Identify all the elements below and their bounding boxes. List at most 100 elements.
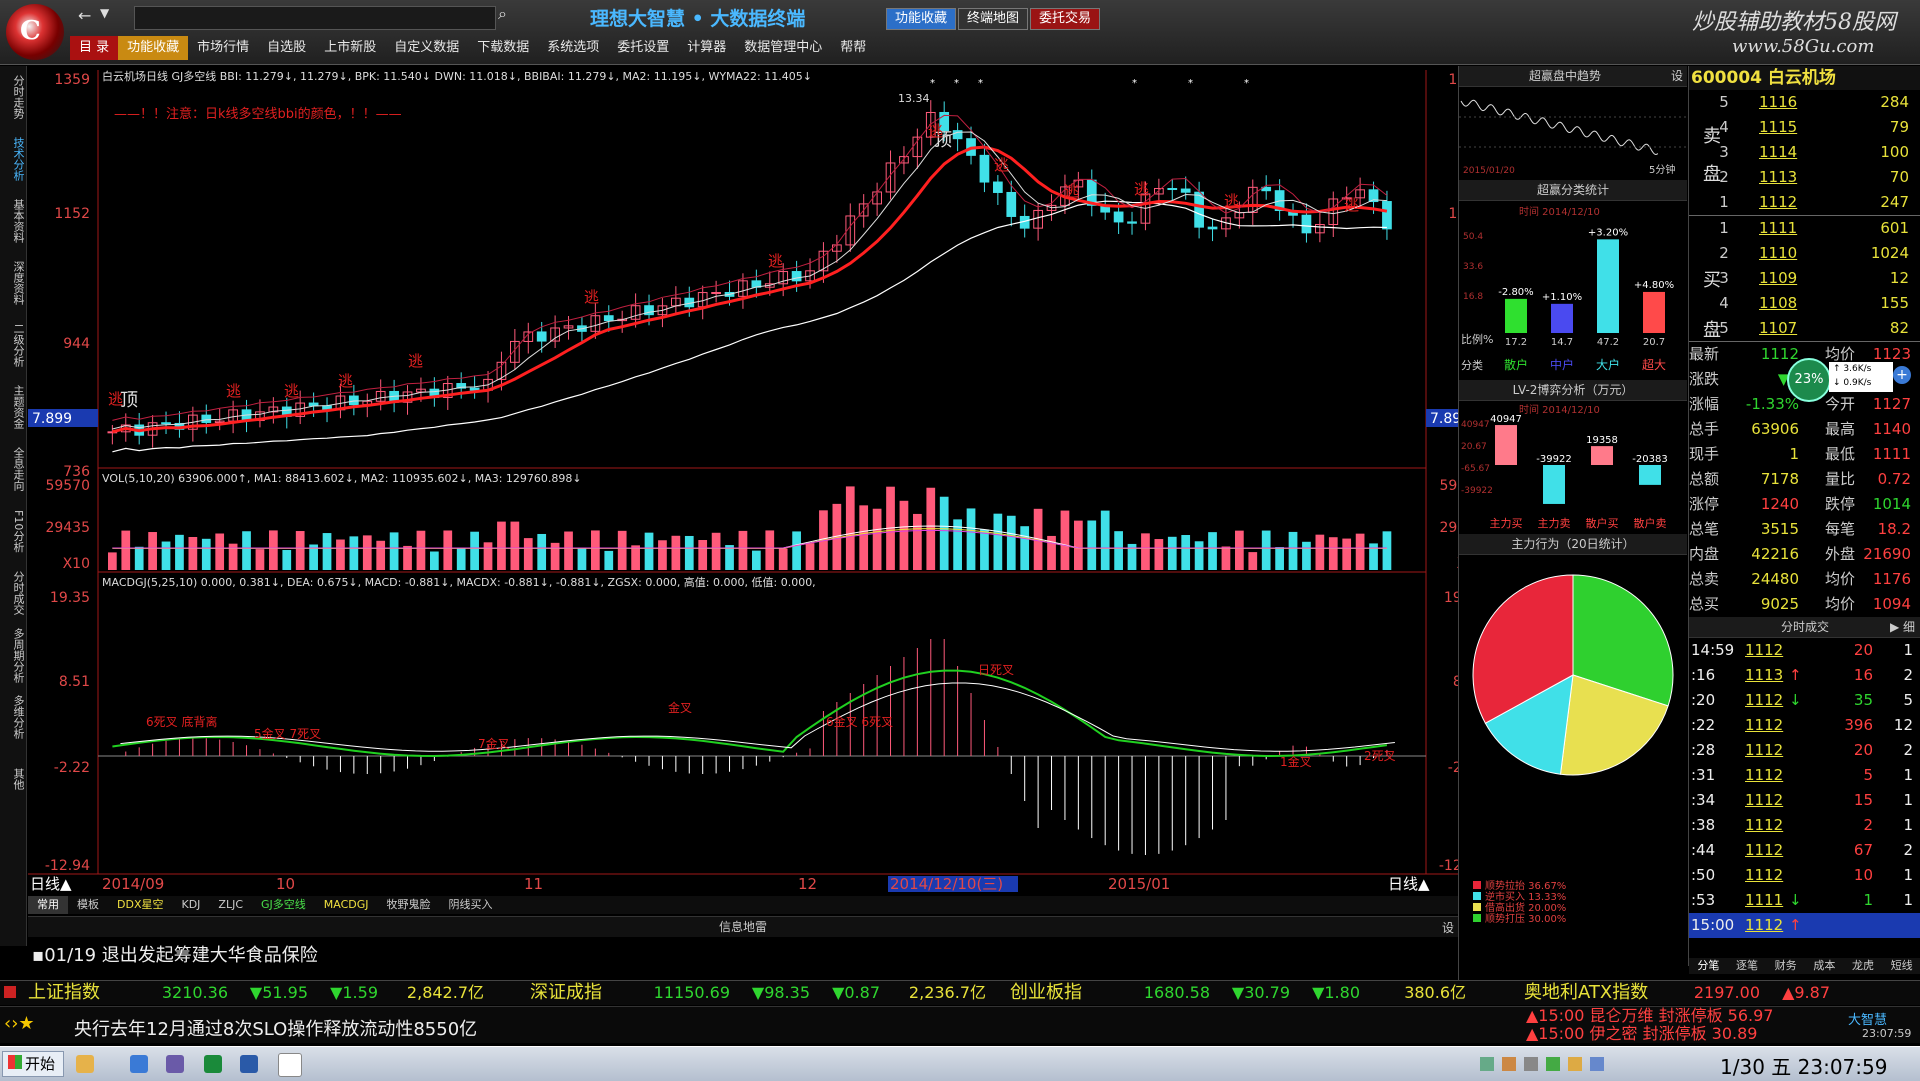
menu-custom-data[interactable]: 自定义数据 <box>385 36 468 60</box>
app-logo[interactable]: C <box>6 4 64 60</box>
left-tab[interactable]: 全息走向 <box>0 438 26 500</box>
menu-help[interactable]: 帮帮 <box>831 36 875 60</box>
menu-watchlist[interactable]: 自选股 <box>258 36 315 60</box>
taskbar-icon-4[interactable] <box>204 1055 222 1073</box>
tray-icon[interactable] <box>1568 1057 1582 1071</box>
quote-tab[interactable]: 短线 <box>1882 958 1920 974</box>
tray-icon[interactable] <box>1546 1057 1560 1071</box>
search-icon[interactable]: ⌕ <box>498 4 507 24</box>
alert-item[interactable]: ▲15:00 伊之密 封涨停板 30.89 <box>1526 1025 1773 1043</box>
indicator-tab[interactable]: 常用 <box>28 896 68 914</box>
chart-canvas[interactable]: 13591359115211529449447367367.8997.899白云… <box>28 66 1486 893</box>
news-headline[interactable]: 央行去年12月通过8次SLO操作释放流动性8550亿 <box>74 1015 477 1041</box>
taskbar-icon-1[interactable] <box>76 1055 94 1073</box>
tick-row[interactable]: :20 1112 ↓ 35 5 <box>1689 688 1920 713</box>
quote-tab[interactable]: 龙虎 <box>1844 958 1883 974</box>
left-tab[interactable]: 基本资料 <box>0 190 26 252</box>
quote-tab[interactable]: 逐笔 <box>1728 958 1767 974</box>
indicator-tab[interactable]: 阴线买入 <box>440 896 502 914</box>
left-tab[interactable]: 分时成交 <box>0 562 26 624</box>
tick-row[interactable]: :31 1112 5 1 <box>1689 763 1920 788</box>
left-tab[interactable]: 深度资料 <box>0 252 26 314</box>
foreign-index[interactable]: 奥地利ATX指数 2197.00 ▲9.87 <box>1524 982 1830 1004</box>
indicator-tab[interactable]: GJ多空线 <box>252 896 315 914</box>
tray-icon[interactable] <box>1502 1057 1516 1071</box>
history-dropdown-icon[interactable]: ▼ <box>100 6 109 20</box>
taskbar-icon-5[interactable] <box>240 1055 258 1073</box>
taskbar-icon-2[interactable] <box>130 1055 148 1073</box>
menu-options[interactable]: 系统选项 <box>538 36 608 60</box>
alert-item[interactable]: ▲15:00 昆仑万维 封涨停板 56.97 <box>1526 1007 1773 1025</box>
left-tab[interactable]: 多周期分析 <box>0 624 26 686</box>
tick-row[interactable]: :22 1112 396 12 <box>1689 713 1920 738</box>
left-tab[interactable]: 其他 <box>0 748 26 810</box>
left-tab[interactable]: 分时走势 <box>0 66 26 128</box>
buy-level-row[interactable]: 4 1108 155 <box>1689 291 1920 316</box>
buy-level-row[interactable]: 2 1110 1024 <box>1689 241 1920 266</box>
tick-row[interactable]: :44 1112 67 2 <box>1689 838 1920 863</box>
address-input[interactable] <box>134 6 496 30</box>
terminal-map-button[interactable]: 终端地图 <box>958 8 1029 30</box>
menu-trade-settings[interactable]: 委托设置 <box>608 36 678 60</box>
buy-level-row[interactable]: 5 1107 82 <box>1689 316 1920 341</box>
menu-favorites[interactable]: 功能收藏 <box>118 36 189 60</box>
menu-data-center[interactable]: 数据管理中心 <box>735 36 831 60</box>
indicator-tab[interactable]: 牧野鬼脸 <box>378 896 440 914</box>
quote-tab[interactable]: 成本 <box>1805 958 1844 974</box>
add-icon[interactable]: + <box>1893 366 1911 384</box>
tick-row[interactable]: :38 1112 2 1 <box>1689 813 1920 838</box>
tick-row[interactable]: 14:59 1112 20 1 <box>1689 638 1920 663</box>
sell-level-row[interactable]: 1 1112 247 <box>1689 190 1920 215</box>
index-item[interactable]: 深证成指 11150.69 ▼98.35 ▼0.87 2,236.7亿 <box>530 982 986 1004</box>
indicator-tab[interactable]: MACDGJ <box>315 896 378 914</box>
main-chart[interactable]: 13591359115211529449447367367.8997.899白云… <box>28 66 1486 893</box>
indicator-tab[interactable]: KDJ <box>172 896 209 914</box>
volume-icon[interactable] <box>1590 1057 1604 1071</box>
tick-row[interactable]: :53 1111 ↓ 1 1 <box>1689 888 1920 913</box>
macd-tick-label-right: 19.35 <box>1444 590 1458 606</box>
menu-download[interactable]: 下载数据 <box>468 36 538 60</box>
buy-level-row[interactable]: 1 1111 601 <box>1689 216 1920 241</box>
left-tab[interactable]: 主题资金 <box>0 376 26 438</box>
left-tab[interactable]: F10分析 <box>0 500 26 562</box>
back-icon[interactable]: ← <box>78 6 91 25</box>
trend-set-button[interactable]: 设 <box>1671 66 1683 86</box>
tray-icon[interactable] <box>1524 1057 1538 1071</box>
menu-market[interactable]: 市场行情 <box>188 36 258 60</box>
quote-tab[interactable]: 财务 <box>1766 958 1805 974</box>
sell-level-row[interactable]: 3 1114 100 <box>1689 140 1920 165</box>
indicator-tab[interactable]: DDX星空 <box>108 896 172 914</box>
taskbar-app-active[interactable] <box>278 1053 302 1077</box>
buy-level-row[interactable]: 3 1109 12 <box>1689 266 1920 291</box>
menu-calculator[interactable]: 计算器 <box>678 36 735 60</box>
indicator-tab[interactable]: 模板 <box>68 896 108 914</box>
info-item[interactable]: ▪01/19 退出发起筹建大华食品保险 <box>28 937 1458 967</box>
taskbar-icon-3[interactable] <box>166 1055 184 1073</box>
ticks-detail-button[interactable]: ▶ 细 <box>1890 617 1915 637</box>
sell-level-row[interactable]: 5 1116 284 <box>1689 90 1920 115</box>
tick-row[interactable]: :28 1112 20 2 <box>1689 738 1920 763</box>
indicator-tab[interactable]: ZLJC <box>209 896 252 914</box>
tray-icon[interactable] <box>1480 1057 1494 1071</box>
quote-tab[interactable]: 分笔 <box>1689 958 1728 974</box>
taskbar-clock[interactable]: 1/30 五 23:07:59 <box>1720 1051 1887 1080</box>
tick-row[interactable]: :16 1113 ↑ 16 2 <box>1689 663 1920 688</box>
sell-level-row[interactable]: 2 1113 70 <box>1689 165 1920 190</box>
left-tab[interactable]: 二级分析 <box>0 314 26 376</box>
tick-row[interactable]: :50 1112 10 1 <box>1689 863 1920 888</box>
tick-row[interactable]: 15:00 1112 ↑ <box>1689 913 1920 938</box>
menu-new-stocks[interactable]: 上市新股 <box>315 36 385 60</box>
favorites-button[interactable]: 功能收藏 <box>886 8 957 30</box>
trade-button[interactable]: 委托交易 <box>1030 8 1101 30</box>
left-tab[interactable]: 多维分析 <box>0 686 26 748</box>
menu-catalog[interactable]: 目 录 <box>70 36 119 60</box>
index-item[interactable]: 创业板指 1680.58 ▼30.79 ▼1.80 380.6亿 <box>1010 982 1466 1004</box>
network-speed-badge[interactable]: 23% <box>1787 358 1831 402</box>
news-nav-icon[interactable]: ‹›★ <box>4 1013 35 1034</box>
volume-bar <box>966 508 976 570</box>
left-tab[interactable]: 技术分析 <box>0 128 26 190</box>
index-item[interactable]: 上证指数 3210.36 ▼51.95 ▼1.59 2,842.7亿 <box>28 982 484 1004</box>
tick-row[interactable]: :34 1112 15 1 <box>1689 788 1920 813</box>
sell-level-row[interactable]: 4 1115 79 <box>1689 115 1920 140</box>
info-set-button[interactable]: 设 <box>1442 919 1454 936</box>
